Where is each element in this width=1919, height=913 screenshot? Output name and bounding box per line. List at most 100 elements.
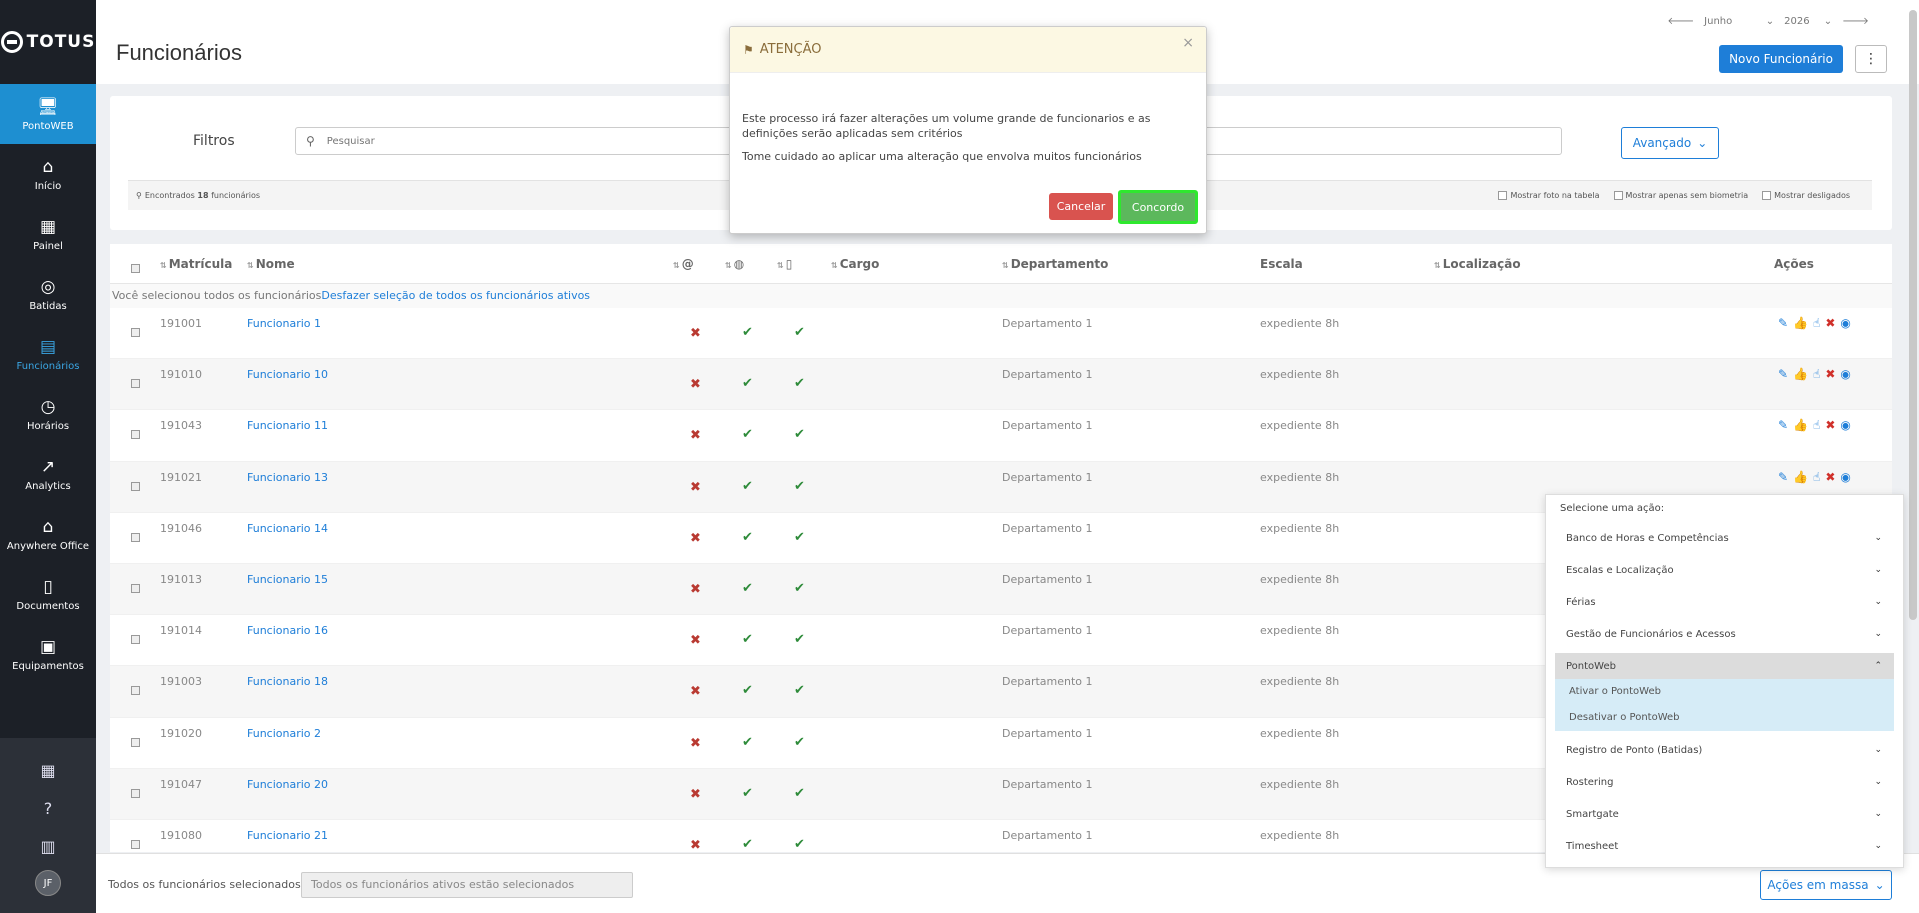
no-biometry-checkbox[interactable] bbox=[1613, 191, 1623, 200]
action-group-pontoweb[interactable]: PontoWeb ⌃ bbox=[1555, 653, 1894, 679]
row-nome-link[interactable]: Funcionario 21 bbox=[247, 829, 328, 842]
sidebar-item-analytics[interactable]: ↗ Analytics bbox=[0, 444, 96, 504]
hand-icon[interactable]: ☝ bbox=[1813, 418, 1820, 432]
header-matricula[interactable]: ⇅ Matrícula bbox=[160, 257, 232, 271]
sidebar-item-funcion-rios[interactable]: ▤ Funcionários bbox=[0, 324, 96, 384]
advanced-filter-button[interactable]: Avançado ⌄ bbox=[1621, 127, 1719, 159]
delete-icon[interactable]: ✖ bbox=[1825, 470, 1835, 484]
prev-period-icon[interactable]: 🡐 bbox=[1667, 15, 1694, 27]
row-checkbox[interactable] bbox=[131, 328, 140, 337]
more-options-button[interactable]: ⋮ bbox=[1855, 45, 1887, 73]
action-group-banco-de-horas-e-compet-ncias[interactable]: Banco de Horas e Competências ⌄ bbox=[1555, 522, 1894, 554]
action-group-gest-o-de-funcion-rios-e-acessos[interactable]: Gestão de Funcionários e Acessos ⌄ bbox=[1555, 618, 1894, 650]
edit-icon[interactable]: ✎ bbox=[1778, 418, 1788, 432]
row-checkbox[interactable] bbox=[131, 635, 140, 645]
delete-icon[interactable]: ✖ bbox=[1825, 367, 1835, 381]
row-nome-link[interactable]: Funcionario 15 bbox=[247, 573, 328, 586]
header-mobile[interactable]: ⇅ ▯ bbox=[777, 257, 792, 271]
row-checkbox[interactable] bbox=[131, 532, 140, 542]
year-select[interactable]: 2026 ⌄ bbox=[1784, 16, 1832, 27]
edit-icon[interactable]: ✎ bbox=[1778, 367, 1788, 381]
row-checkbox[interactable] bbox=[131, 686, 140, 696]
row-checkbox[interactable] bbox=[131, 430, 140, 440]
cancel-button[interactable]: Cancelar bbox=[1049, 193, 1113, 220]
avatar[interactable]: JF bbox=[35, 870, 61, 896]
row-nome-link[interactable]: Funcionario 2 bbox=[247, 727, 321, 740]
thumbs-up-icon[interactable]: 👍 bbox=[1793, 367, 1808, 381]
page-scrollbar[interactable] bbox=[1909, 10, 1917, 620]
view-icon[interactable]: ◉ bbox=[1840, 316, 1850, 330]
row-nome-link[interactable]: Funcionario 20 bbox=[247, 778, 328, 791]
row-checkbox[interactable] bbox=[131, 583, 140, 593]
activate-pontoweb-option[interactable]: Ativar o PontoWeb bbox=[1555, 679, 1894, 705]
row-checkbox[interactable] bbox=[131, 839, 140, 849]
hand-icon[interactable]: ☝ bbox=[1813, 470, 1820, 484]
totus-logo[interactable]: TOTUS bbox=[0, 0, 96, 84]
sidebar-item-painel[interactable]: ▦ Painel bbox=[0, 204, 96, 264]
deactivate-pontoweb-option[interactable]: Desativar o PontoWeb bbox=[1555, 705, 1894, 731]
header-web[interactable]: ⇅ ◍ bbox=[725, 257, 744, 271]
thumbs-up-icon[interactable]: 👍 bbox=[1793, 316, 1808, 330]
select-all-checkbox[interactable] bbox=[131, 264, 140, 273]
sidebar-item-in-cio[interactable]: ⌂ Início bbox=[0, 144, 96, 204]
row-nome-link[interactable]: Funcionario 11 bbox=[247, 419, 328, 432]
row-checkbox[interactable] bbox=[131, 788, 140, 798]
help-icon[interactable]: ? bbox=[44, 790, 53, 828]
thumbs-up-icon[interactable]: 👍 bbox=[1793, 418, 1808, 432]
show-disabled-option[interactable]: Mostrar desligados bbox=[1762, 191, 1850, 200]
sidebar-item-anywhere-office[interactable]: ⌂ Anywhere Office bbox=[0, 504, 96, 564]
header-nome[interactable]: ⇅ Nome bbox=[247, 257, 295, 271]
hand-icon[interactable]: ☝ bbox=[1813, 367, 1820, 381]
show-photo-checkbox[interactable] bbox=[1498, 191, 1508, 200]
view-icon[interactable]: ◉ bbox=[1840, 470, 1850, 484]
header-cargo[interactable]: ⇅ Cargo bbox=[831, 257, 879, 271]
table-row: 191043 Funcionario 11 ✖ ✔ ✔ Departamento 1 exp… bbox=[110, 410, 1892, 462]
action-group-timesheet[interactable]: Timesheet ⌄ bbox=[1555, 830, 1894, 862]
row-nome-link[interactable]: Funcionario 18 bbox=[247, 675, 328, 688]
close-icon[interactable]: × bbox=[1182, 35, 1194, 51]
month-select[interactable]: Junho ⌄ bbox=[1704, 16, 1774, 27]
row-checkbox[interactable] bbox=[131, 379, 140, 389]
row-nome-link[interactable]: Funcionario 10 bbox=[247, 368, 328, 381]
header-email[interactable]: ⇅ @ bbox=[673, 257, 694, 271]
company-icon[interactable]: ▥ bbox=[40, 828, 55, 866]
sidebar-item-batidas[interactable]: ◎ Batidas bbox=[0, 264, 96, 324]
row-nome-link[interactable]: Funcionario 1 bbox=[247, 317, 321, 330]
check-icon: ✔ bbox=[742, 785, 753, 801]
sidebar-item-pontoweb[interactable]: 🖥 PontoWEB bbox=[0, 84, 96, 144]
row-nome-link[interactable]: Funcionario 14 bbox=[247, 522, 328, 535]
next-period-icon[interactable]: 🡒 bbox=[1842, 15, 1869, 27]
action-group-rostering[interactable]: Rostering ⌄ bbox=[1555, 766, 1894, 798]
header-localizacao[interactable]: ⇅ Localização bbox=[1434, 257, 1521, 271]
hand-icon[interactable]: ☝ bbox=[1813, 316, 1820, 330]
view-icon[interactable]: ◉ bbox=[1840, 418, 1850, 432]
sidebar-item-documentos[interactable]: ▯ Documentos bbox=[0, 564, 96, 624]
sidebar-item-equipamentos[interactable]: ▣ Equipamentos bbox=[0, 624, 96, 684]
bulk-actions-button[interactable]: Ações em massa ⌄ bbox=[1760, 870, 1892, 900]
thumbs-up-icon[interactable]: 👍 bbox=[1793, 470, 1808, 484]
edit-icon[interactable]: ✎ bbox=[1778, 470, 1788, 484]
delete-icon[interactable]: ✖ bbox=[1825, 418, 1835, 432]
action-group-escalas-e-localiza-o[interactable]: Escalas e Localização ⌄ bbox=[1555, 554, 1894, 586]
apps-grid-icon[interactable]: ▦ bbox=[40, 752, 55, 790]
undo-selection-link[interactable]: Desfazer seleção de todos os funcionário… bbox=[321, 289, 590, 302]
new-employee-button[interactable]: Novo Funcionário bbox=[1719, 45, 1843, 73]
action-group-registro-de-ponto-batidas-[interactable]: Registro de Ponto (Batidas) ⌄ bbox=[1555, 734, 1894, 766]
search-input[interactable] bbox=[326, 135, 727, 147]
row-nome-link[interactable]: Funcionario 16 bbox=[247, 624, 328, 637]
row-checkbox[interactable] bbox=[131, 737, 140, 747]
row-checkbox[interactable] bbox=[131, 481, 140, 491]
show-disabled-checkbox[interactable] bbox=[1762, 191, 1772, 200]
header-departamento[interactable]: ⇅ Departamento bbox=[1002, 257, 1108, 271]
delete-icon[interactable]: ✖ bbox=[1825, 316, 1835, 330]
row-nome-link[interactable]: Funcionario 13 bbox=[247, 471, 328, 484]
chevron-down-icon: ⌄ bbox=[1874, 533, 1882, 543]
agree-button[interactable]: Concordo bbox=[1118, 190, 1198, 224]
show-photo-option[interactable]: Mostrar foto na tabela bbox=[1498, 191, 1600, 200]
view-icon[interactable]: ◉ bbox=[1840, 367, 1850, 381]
action-group-f-rias[interactable]: Férias ⌄ bbox=[1555, 586, 1894, 618]
no-biometry-option[interactable]: Mostrar apenas sem biometria bbox=[1613, 191, 1748, 200]
sidebar-item-hor-rios[interactable]: ◷ Horários bbox=[0, 384, 96, 444]
action-group-smartgate[interactable]: Smartgate ⌄ bbox=[1555, 798, 1894, 830]
edit-icon[interactable]: ✎ bbox=[1778, 316, 1788, 330]
